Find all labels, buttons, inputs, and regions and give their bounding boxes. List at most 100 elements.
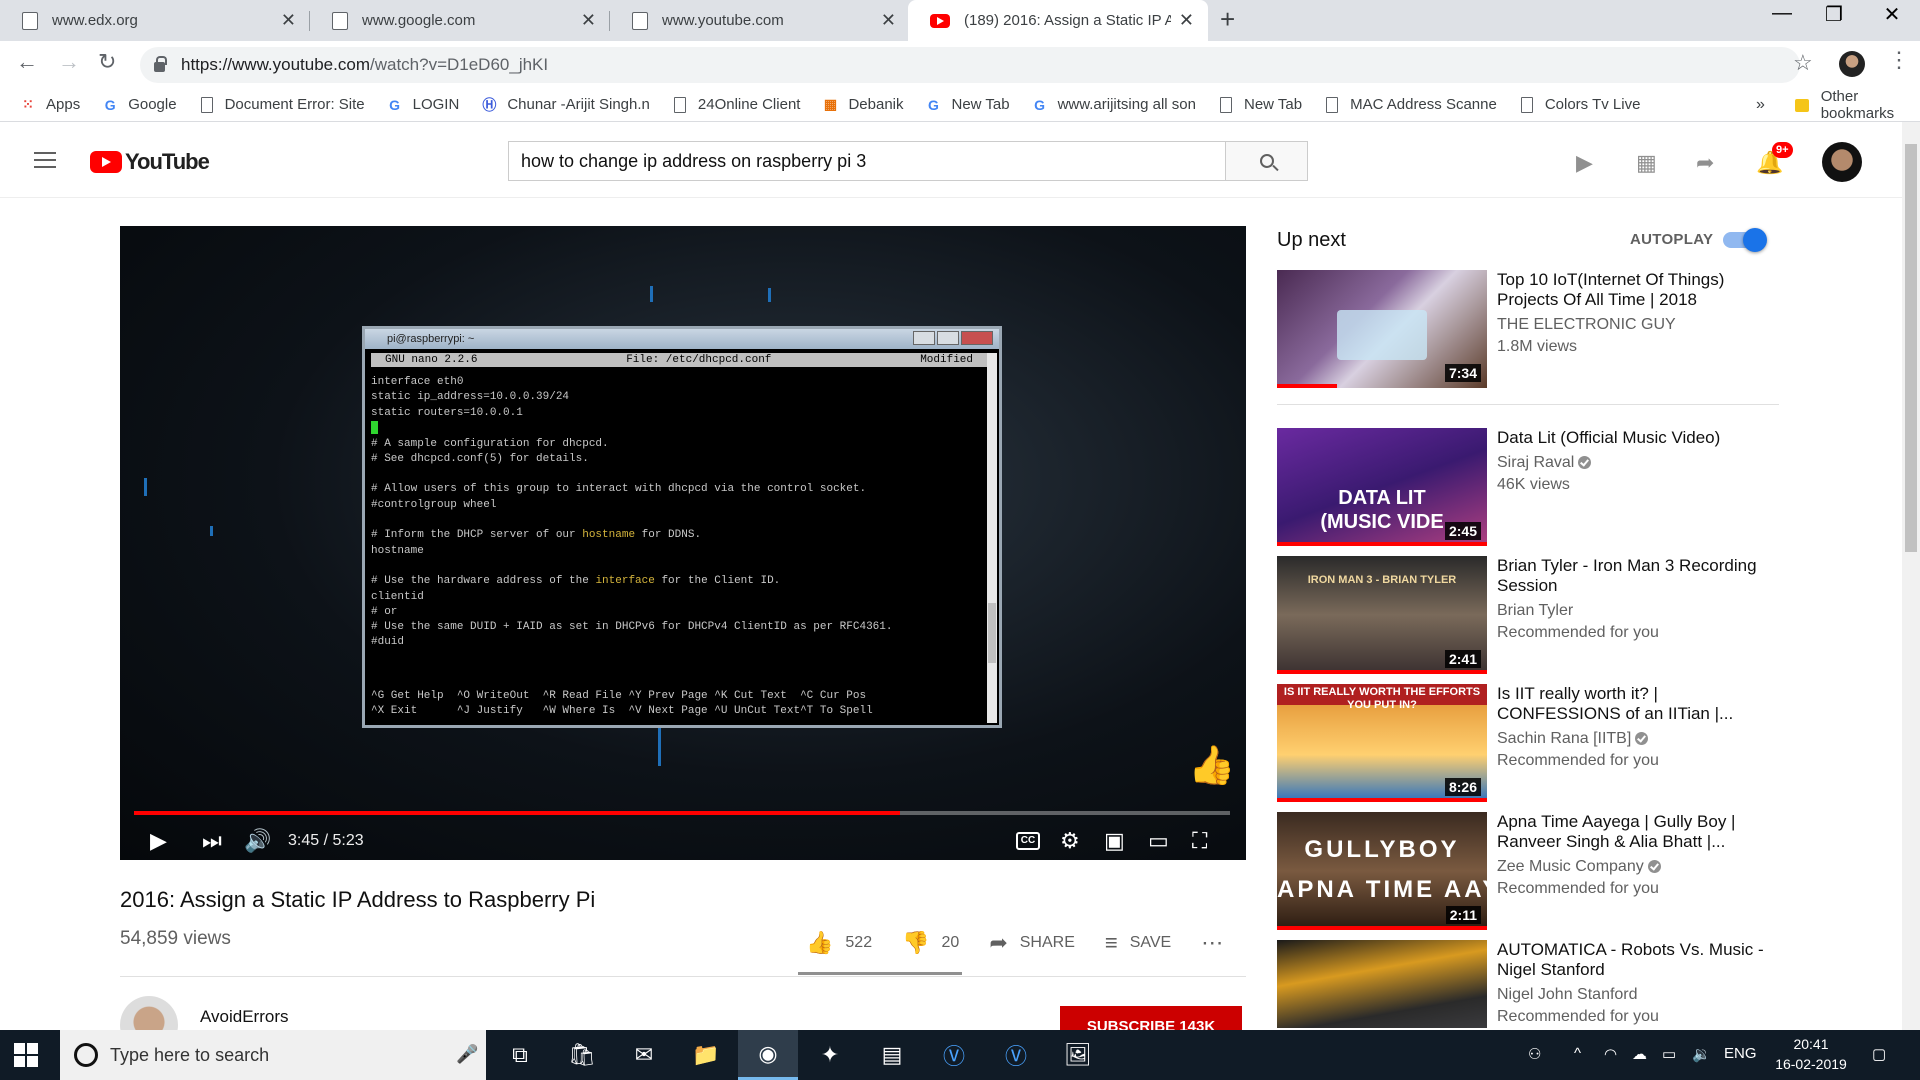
player-controls: ▶ ⏭ 🔊 3:45 / 5:23 CC ⚙ ▣ ▭ ⛶ bbox=[120, 824, 1246, 860]
tab-edx[interactable]: www.edx.org ✕ bbox=[0, 0, 310, 41]
recommendation-channel: Nigel John Stanford bbox=[1497, 986, 1638, 1003]
search-input[interactable]: how to change ip address on raspberry pi… bbox=[508, 141, 1226, 181]
mail-icon[interactable]: ✉ bbox=[614, 1030, 674, 1080]
video-thumbnail[interactable]: IRON MAN 3 - BRIAN TYLER 2:41 bbox=[1277, 556, 1487, 674]
video-thumbnail[interactable]: 7:34 bbox=[1277, 270, 1487, 388]
recommendation-channel: Zee Music Company bbox=[1497, 858, 1644, 875]
bookmark-google[interactable]: G Google bbox=[102, 96, 177, 113]
share-button[interactable]: ➦ SHARE bbox=[989, 930, 1075, 956]
show-hidden-icons[interactable]: ^ bbox=[1574, 1045, 1581, 1062]
fullscreen-icon[interactable]: ⛶ bbox=[1192, 828, 1207, 854]
bookmarks-overflow-icon[interactable]: » bbox=[1756, 96, 1765, 114]
like-button[interactable]: 👍 522 bbox=[806, 930, 872, 956]
close-tab-icon[interactable]: ✕ bbox=[881, 10, 896, 31]
apps-grid-icon[interactable]: ▦ bbox=[1636, 150, 1657, 176]
recommendation-item[interactable]: IS IIT REALLY WORTH THE EFFORTS YOU PUT … bbox=[1277, 684, 1777, 804]
recommendation-item[interactable]: IRON MAN 3 - BRIAN TYLER 2:41 Brian Tyle… bbox=[1277, 556, 1777, 676]
next-icon[interactable]: ⏭ bbox=[202, 828, 222, 854]
miniplayer-icon[interactable]: ▣ bbox=[1104, 828, 1125, 854]
store-icon[interactable]: 🛍 bbox=[552, 1030, 612, 1080]
theater-mode-icon[interactable]: ▭ bbox=[1148, 828, 1169, 854]
video-thumbnail[interactable]: IS IIT REALLY WORTH THE EFFORTS YOU PUT … bbox=[1277, 684, 1487, 802]
other-bookmarks[interactable]: Other bookmarks bbox=[1821, 88, 1920, 122]
settings-gear-icon[interactable]: ⚙ bbox=[1060, 828, 1080, 854]
profile-avatar[interactable] bbox=[1839, 51, 1865, 77]
back-icon[interactable]: ← bbox=[16, 49, 38, 75]
photos-icon[interactable]: 🖼 bbox=[1048, 1030, 1108, 1080]
onedrive-icon[interactable]: ☁ bbox=[1632, 1045, 1647, 1063]
app-icon[interactable]: ✦ bbox=[800, 1030, 860, 1080]
hamburger-menu-icon[interactable] bbox=[34, 152, 56, 173]
search-button[interactable] bbox=[1226, 141, 1308, 181]
video-thumbnail[interactable]: DATA LIT (MUSIC VIDE 2:45 bbox=[1277, 428, 1487, 546]
recommendation-item[interactable]: AUTOMATICA - Robots Vs. Music - Nigel St… bbox=[1277, 940, 1777, 1028]
autoplay-toggle[interactable] bbox=[1723, 228, 1767, 252]
create-video-icon[interactable]: ▶ bbox=[1576, 150, 1593, 176]
bookmark-arijitsing[interactable]: Gwww.arijitsing all son bbox=[1032, 96, 1196, 113]
visual-code-icon[interactable]: Ⓥ bbox=[986, 1030, 1046, 1080]
address-bar[interactable]: https://www.youtube.com/watch?v=D1eD60_j… bbox=[140, 47, 1800, 83]
play-icon[interactable]: ▶ bbox=[150, 828, 167, 854]
close-tab-icon[interactable]: ✕ bbox=[281, 10, 296, 31]
watched-progress bbox=[1277, 670, 1487, 674]
app-icon[interactable]: ▤ bbox=[862, 1030, 922, 1080]
bookmark-chunar[interactable]: Ⓗ Chunar -Arijit Singh.n bbox=[481, 96, 650, 113]
bookmark-apps[interactable]: ⁙ Apps bbox=[20, 96, 80, 113]
youtube-logo[interactable]: YouTube bbox=[90, 149, 210, 175]
restore-icon[interactable]: ❐ bbox=[1804, 2, 1864, 27]
scrollbar-thumb[interactable] bbox=[1905, 144, 1917, 552]
bookmark-star-icon[interactable]: ☆ bbox=[1793, 50, 1813, 76]
visual-code-icon[interactable]: Ⓥ bbox=[924, 1030, 984, 1080]
tab-youtube[interactable]: www.youtube.com ✕ bbox=[610, 0, 910, 41]
close-tab-icon[interactable]: ✕ bbox=[581, 10, 596, 31]
bookmark-debanik[interactable]: ▦ Debanik bbox=[822, 96, 904, 113]
video-thumbnail[interactable] bbox=[1277, 940, 1487, 1028]
volume-icon[interactable]: 🔊 bbox=[244, 828, 271, 854]
microphone-icon[interactable]: 🎤 bbox=[456, 1044, 478, 1065]
bookmark-new-tab-2[interactable]: New Tab bbox=[1218, 96, 1302, 113]
reload-icon[interactable]: ↻ bbox=[98, 49, 116, 75]
file-explorer-icon[interactable]: 📁 bbox=[676, 1030, 736, 1080]
forward-icon[interactable]: → bbox=[58, 49, 80, 75]
bookmark-24online[interactable]: 24Online Client bbox=[672, 96, 801, 113]
messages-icon[interactable]: ➦ bbox=[1696, 150, 1714, 176]
task-view-icon[interactable]: ⧉ bbox=[490, 1030, 550, 1080]
bookmark-document-error[interactable]: Document Error: Site bbox=[199, 96, 365, 113]
language-indicator[interactable]: ENG bbox=[1724, 1045, 1757, 1062]
terminal-scrollbar bbox=[987, 353, 997, 723]
recommendation-item[interactable]: 7:34 Top 10 IoT(Internet Of Things) Proj… bbox=[1277, 270, 1777, 390]
menu-icon[interactable]: ⋮ bbox=[1888, 47, 1910, 73]
save-button[interactable]: ≡ SAVE bbox=[1105, 930, 1171, 956]
new-tab-icon[interactable]: + bbox=[1220, 4, 1235, 35]
video-thumbnail[interactable]: GULLYBOY APNA TIME AAYEGA 2:11 bbox=[1277, 812, 1487, 930]
tab-google[interactable]: www.google.com ✕ bbox=[310, 0, 610, 41]
minimize-icon[interactable]: — bbox=[1752, 2, 1812, 25]
chrome-icon[interactable]: ◉ bbox=[738, 1030, 798, 1080]
battery-icon[interactable]: ▭ bbox=[1662, 1045, 1676, 1063]
taskbar-search-input[interactable]: Type here to search 🎤 bbox=[60, 1030, 486, 1080]
bookmark-new-tab[interactable]: G New Tab bbox=[926, 96, 1010, 113]
bookmark-login[interactable]: G LOGIN bbox=[387, 96, 459, 113]
seek-bar[interactable] bbox=[134, 811, 1230, 815]
page-scrollbar[interactable] bbox=[1902, 122, 1920, 1030]
tab-youtube-video[interactable]: (189) 2016: Assign a Static IP Add ✕ bbox=[908, 0, 1208, 41]
channel-name[interactable]: AvoidErrors bbox=[200, 1007, 289, 1027]
dislike-button[interactable]: 👎 20 bbox=[902, 930, 959, 956]
bookmark-label: 24Online Client bbox=[697, 96, 801, 113]
bookmark-colors-tv[interactable]: Colors Tv Live bbox=[1519, 96, 1640, 113]
windows-start-icon[interactable] bbox=[14, 1043, 38, 1067]
close-window-icon[interactable]: ✕ bbox=[1862, 2, 1920, 27]
volume-icon[interactable]: 🔉 bbox=[1692, 1045, 1711, 1063]
bookmark-mac-scanner[interactable]: MAC Address Scanne bbox=[1324, 96, 1497, 113]
video-player[interactable]: pi@raspberrypi: ~ GNU nano 2.2.6 File: /… bbox=[120, 226, 1246, 860]
captions-icon[interactable]: CC bbox=[1016, 832, 1040, 850]
clock[interactable]: 20:41 16-02-2019 bbox=[1766, 1034, 1856, 1074]
people-icon[interactable]: ⚇ bbox=[1528, 1045, 1541, 1063]
recommendation-item[interactable]: DATA LIT (MUSIC VIDE 2:45 Data Lit (Offi… bbox=[1277, 428, 1777, 548]
account-avatar[interactable] bbox=[1822, 142, 1862, 182]
recommendation-item[interactable]: GULLYBOY APNA TIME AAYEGA 2:11 Apna Time… bbox=[1277, 812, 1777, 932]
close-tab-icon[interactable]: ✕ bbox=[1179, 10, 1194, 31]
more-actions-button[interactable]: ⋯ bbox=[1201, 930, 1235, 956]
wifi-icon[interactable]: ◠ bbox=[1604, 1045, 1617, 1063]
notifications-icon[interactable]: ▢ bbox=[1872, 1045, 1886, 1063]
